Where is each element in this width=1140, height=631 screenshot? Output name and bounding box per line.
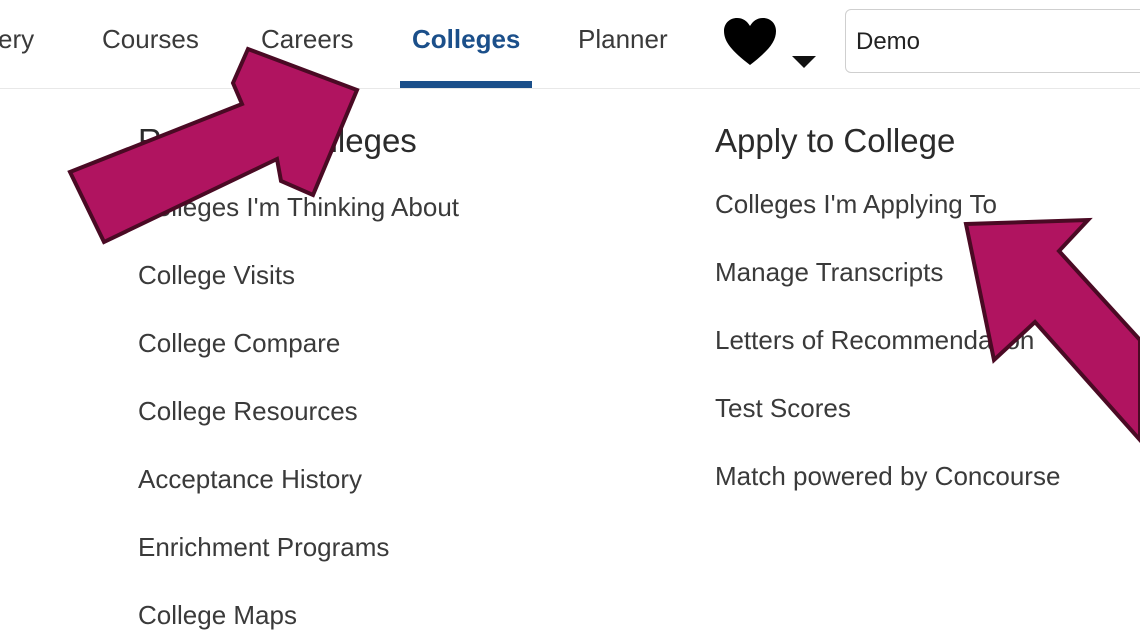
nav-item-planner[interactable]: Planner (578, 24, 668, 55)
link-college-compare[interactable]: College Compare (138, 328, 340, 359)
link-college-resources[interactable]: College Resources (138, 396, 358, 427)
link-colleges-thinking-about[interactable]: Colleges I'm Thinking About (138, 192, 459, 223)
nav-item-careers[interactable]: Careers (261, 24, 353, 55)
link-colleges-applying-to[interactable]: Colleges I'm Applying To (715, 189, 997, 220)
apply-to-college-heading: Apply to College (715, 122, 956, 159)
nav-item-colleges[interactable]: Colleges (412, 24, 520, 55)
link-acceptance-history[interactable]: Acceptance History (138, 464, 362, 495)
link-college-maps[interactable]: College Maps (138, 600, 297, 631)
active-tab-underline (400, 81, 532, 88)
nav-item-discovery[interactable]: ery (0, 24, 34, 55)
heart-icon (724, 18, 776, 65)
link-letters-of-recommendation[interactable]: Letters of Recommendation (715, 325, 1034, 356)
link-college-visits[interactable]: College Visits (138, 260, 295, 291)
research-colleges-heading: Research Colleges (138, 122, 417, 159)
link-manage-transcripts[interactable]: Manage Transcripts (715, 257, 943, 288)
caret-down-icon (792, 56, 816, 68)
dropdown-toggle[interactable] (790, 54, 818, 70)
top-navigation: ery Courses Careers Colleges Planner Dem… (0, 0, 1140, 89)
link-test-scores[interactable]: Test Scores (715, 393, 851, 424)
user-menu[interactable]: Demo (845, 9, 1140, 73)
link-enrichment-programs[interactable]: Enrichment Programs (138, 532, 389, 563)
user-name: Demo (856, 28, 921, 55)
link-match-concourse[interactable]: Match powered by Concourse (715, 461, 1060, 492)
nav-item-courses[interactable]: Courses (102, 24, 199, 55)
favorites-button[interactable] (722, 16, 778, 68)
